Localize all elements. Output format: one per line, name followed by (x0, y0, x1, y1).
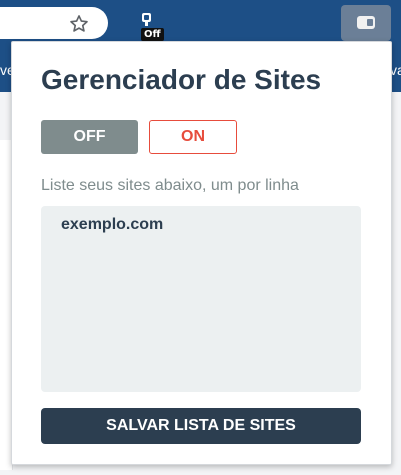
instruction-text: Liste seus sites abaixo, um por linha (41, 177, 299, 194)
star-icon[interactable] (68, 13, 90, 35)
on-button[interactable]: ON (149, 120, 237, 154)
site-manager-popup: Gerenciador de Sites OFF ON Liste seus s… (11, 41, 392, 465)
address-bar[interactable] (0, 7, 108, 39)
toggle-extension-button[interactable] (341, 5, 391, 41)
sites-textarea[interactable]: exemplo.com (41, 206, 361, 392)
popup-title: Gerenciador de Sites (41, 64, 322, 95)
off-button[interactable]: OFF (41, 120, 138, 154)
extension-status-badge: Off (141, 28, 164, 41)
toggle-icon (357, 16, 375, 29)
save-sites-button[interactable]: SALVAR LISTA DE SITES (41, 408, 361, 444)
